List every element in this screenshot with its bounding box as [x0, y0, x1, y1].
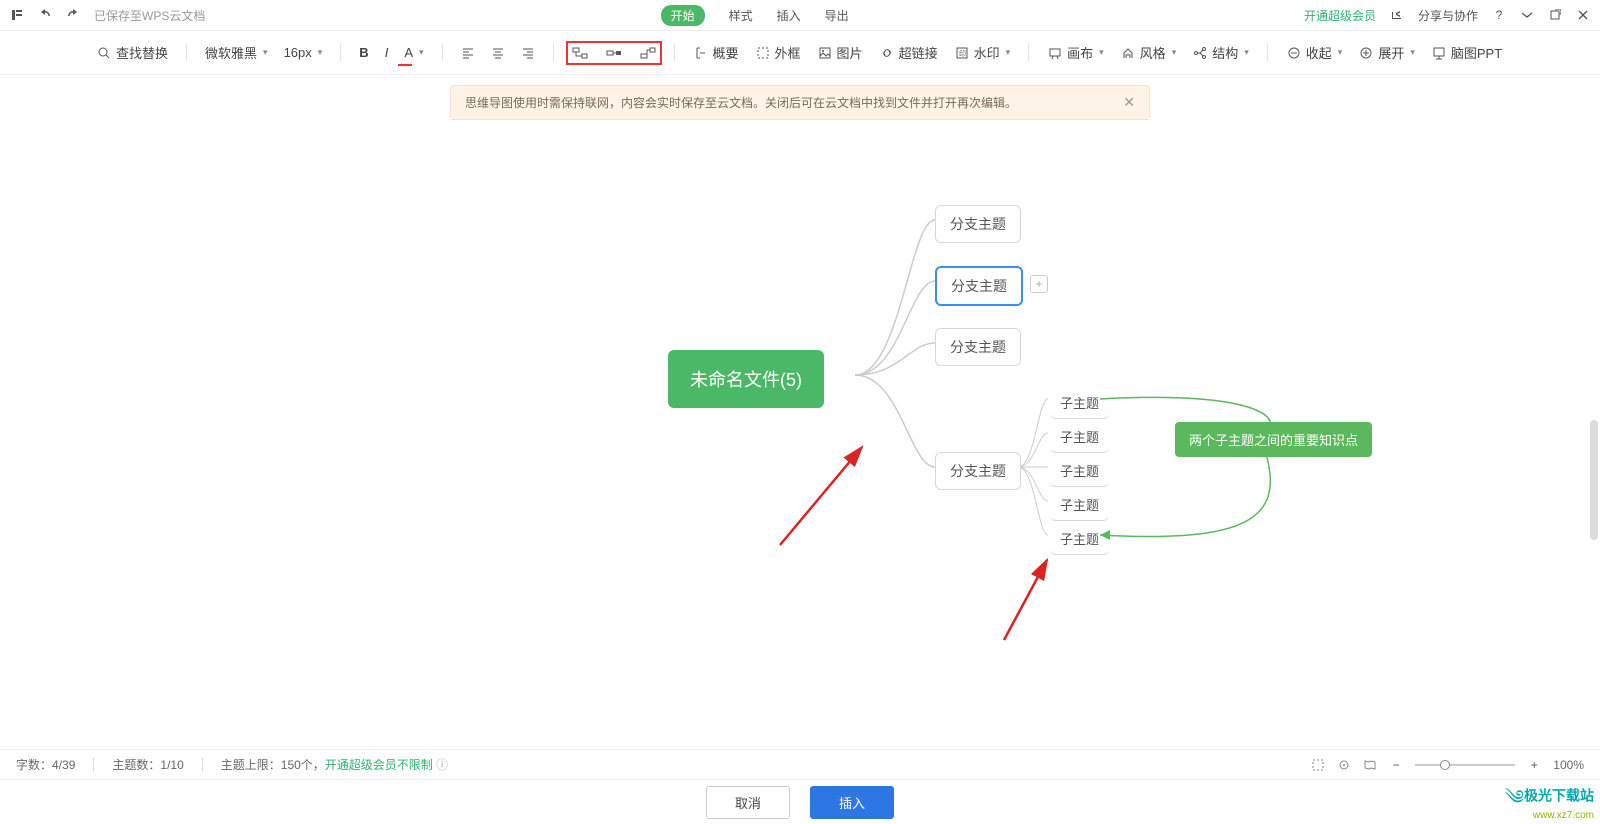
share-label[interactable]: 分享与协作: [1418, 7, 1478, 24]
sub-node-5[interactable]: 子主题: [1050, 523, 1109, 555]
share-icon[interactable]: [1390, 8, 1404, 22]
canvas-button[interactable]: 画布▾: [1041, 39, 1110, 66]
actionbar: 取消 插入: [0, 779, 1600, 824]
callout-node[interactable]: 两个子主题之间的重要知识点: [1175, 422, 1372, 457]
mindmap-ppt-button[interactable]: 脑图PPT: [1425, 39, 1508, 66]
undo-icon[interactable]: [38, 8, 52, 22]
watermark-button[interactable]: 印水印▾: [948, 39, 1017, 66]
sub-node-1[interactable]: 子主题: [1050, 387, 1109, 419]
frame-icon: [755, 45, 771, 61]
tab-export[interactable]: 导出: [825, 7, 849, 24]
topic-limit: 主题上限：150个，开通超级会员不限制 ⓘ: [221, 756, 448, 773]
maximize-icon[interactable]: [1548, 8, 1562, 22]
align-center-button[interactable]: [485, 42, 511, 64]
expand-icon: [1358, 45, 1374, 61]
site-watermark: ༄极光下载站 www.xz7.com: [1505, 786, 1594, 822]
align-left-button[interactable]: [455, 42, 481, 64]
insert-child-icon[interactable]: [606, 45, 622, 61]
sub-node-3[interactable]: 子主题: [1050, 455, 1109, 487]
insert-sibling-icon[interactable]: [572, 45, 588, 61]
vip-link[interactable]: 开通超级会员: [1304, 7, 1376, 24]
toolbar: 查找替换 微软雅黑▾ 16px▾ B I A▾ 概要 外框 图片 超链接 印水印…: [0, 30, 1600, 75]
hyperlink-button[interactable]: 超链接: [873, 39, 944, 66]
root-node[interactable]: 未命名文件(5): [668, 350, 824, 408]
watermark-icon: 印: [954, 45, 970, 61]
cancel-button[interactable]: 取消: [706, 786, 790, 819]
style-icon: [1120, 45, 1136, 61]
font-size-select[interactable]: 16px▾: [278, 41, 329, 64]
find-replace-label: 查找替换: [116, 43, 168, 62]
banner-close-icon[interactable]: ✕: [1123, 94, 1135, 111]
topic-insert-group: [566, 41, 662, 65]
vertical-scrollbar[interactable]: [1590, 420, 1598, 540]
info-banner: 思维导图使用时需保持联网，内容会实时保存至云文档。关闭后可在云文档中找到文件并打…: [450, 85, 1150, 120]
sub-node-2[interactable]: 子主题: [1050, 421, 1109, 453]
titlebar: 已保存至WPS云文档 开始 样式 插入 导出 开通超级会员 分享与协作 ?: [0, 0, 1600, 30]
align-right-button[interactable]: [515, 42, 541, 64]
close-icon[interactable]: [1576, 8, 1590, 22]
tab-insert[interactable]: 插入: [777, 7, 801, 24]
saved-status: 已保存至WPS云文档: [94, 7, 205, 24]
canvas-icon: [1047, 45, 1063, 61]
font-color-button[interactable]: A▾: [398, 41, 429, 64]
italic-button[interactable]: I: [379, 41, 395, 64]
branch-node-2[interactable]: 分支主题: [935, 266, 1023, 306]
fit-screen-icon[interactable]: [1311, 758, 1325, 772]
find-replace-button[interactable]: 查找替换: [90, 39, 174, 66]
branch-node-4[interactable]: 分支主题: [935, 452, 1021, 490]
upgrade-link[interactable]: 开通超级会员不限制: [325, 758, 433, 772]
word-count: 字数：4/39: [16, 756, 75, 773]
style-button[interactable]: 风格▾: [1114, 39, 1183, 66]
structure-button[interactable]: 结构▾: [1186, 39, 1255, 66]
tab-start[interactable]: 开始: [661, 5, 705, 26]
mindmap-canvas[interactable]: 未命名文件(5) 分支主题 分支主题 + 分支主题 分支主题 子主题 子主题 子…: [0, 120, 1600, 734]
image-button[interactable]: 图片: [811, 39, 869, 66]
summary-button[interactable]: 概要: [687, 39, 745, 66]
structure-icon: [1192, 45, 1208, 61]
zoom-in-icon[interactable]: +: [1527, 758, 1541, 772]
add-child-button[interactable]: +: [1030, 275, 1048, 293]
zoom-value: 100%: [1553, 758, 1584, 772]
zoom-out-icon[interactable]: −: [1389, 758, 1403, 772]
collapse-button[interactable]: 收起▾: [1280, 39, 1349, 66]
app-logo-icon: [10, 8, 24, 22]
map-icon[interactable]: [1363, 758, 1377, 772]
frame-button[interactable]: 外框: [749, 39, 807, 66]
branch-node-3[interactable]: 分支主题: [935, 328, 1021, 366]
banner-text: 思维导图使用时需保持联网，内容会实时保存至云文档。关闭后可在云文档中找到文件并打…: [465, 94, 1017, 111]
branch-node-1[interactable]: 分支主题: [935, 205, 1021, 243]
font-family-select[interactable]: 微软雅黑▾: [199, 39, 274, 66]
link-icon: [879, 45, 895, 61]
collapse-icon: [1286, 45, 1302, 61]
zoom-slider[interactable]: [1415, 764, 1515, 766]
search-icon: [96, 45, 112, 61]
bold-button[interactable]: B: [353, 41, 374, 64]
topic-count: 主题数：1/10: [112, 756, 183, 773]
redo-icon[interactable]: [66, 8, 80, 22]
statusbar: 字数：4/39 主题数：1/10 主题上限：150个，开通超级会员不限制 ⓘ −…: [0, 749, 1600, 779]
ppt-icon: [1431, 45, 1447, 61]
svg-text:印: 印: [959, 50, 966, 58]
insert-parent-icon[interactable]: [640, 45, 656, 61]
help-icon[interactable]: ?: [1492, 8, 1506, 22]
locate-icon[interactable]: [1337, 758, 1351, 772]
sub-node-4[interactable]: 子主题: [1050, 489, 1109, 521]
expand-button[interactable]: 展开▾: [1352, 39, 1421, 66]
image-icon: [817, 45, 833, 61]
insert-button[interactable]: 插入: [810, 786, 894, 819]
summary-icon: [693, 45, 709, 61]
minimize-icon[interactable]: [1520, 8, 1534, 22]
tab-style[interactable]: 样式: [729, 7, 753, 24]
